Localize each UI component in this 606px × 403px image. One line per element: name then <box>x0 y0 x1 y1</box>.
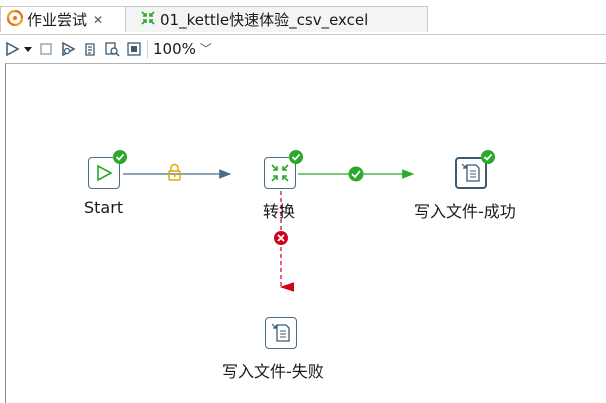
zoom-value: 100% <box>153 39 196 58</box>
close-icon[interactable]: ✕ <box>93 13 103 27</box>
search-icon <box>105 41 120 57</box>
grid-icon <box>127 41 141 56</box>
tab-job[interactable]: 作业尝试 ✕ <box>0 6 126 32</box>
write-fail-node[interactable] <box>265 317 297 349</box>
stop-icon <box>40 42 52 55</box>
tab-transformation[interactable]: 01_kettle快速体验_csv_excel <box>126 6 428 32</box>
toolbar-separator <box>147 39 148 58</box>
debug-icon <box>85 42 95 56</box>
transformation-icon <box>140 10 156 30</box>
check-button[interactable] <box>102 39 122 59</box>
chevron-down-icon <box>24 46 32 52</box>
transformation-icon <box>271 164 289 182</box>
debug-button[interactable] <box>80 39 100 59</box>
success-badge-icon <box>113 150 127 164</box>
zoom-select[interactable]: 100% ﹀ <box>153 39 212 59</box>
tab-divider <box>0 34 606 35</box>
write-file-icon <box>271 323 290 342</box>
stop-button[interactable] <box>36 39 56 59</box>
node-label-transform: 转换 <box>263 202 296 221</box>
node-label-start: Start <box>84 198 124 217</box>
tab-label: 作业尝试 <box>27 11 88 29</box>
job-canvas[interactable]: Start 转换 写入文件-成功 写入文件-失败 <box>5 63 606 403</box>
sql-button[interactable] <box>124 39 144 59</box>
success-badge-icon <box>481 150 495 164</box>
check-icon <box>348 166 364 182</box>
job-icon <box>6 9 24 30</box>
node-label-write-success: 写入文件-成功 <box>414 202 516 221</box>
preview-button[interactable] <box>58 39 78 59</box>
tab-bar: 作业尝试 ✕ 01_kettle快速体验_csv_excel <box>0 0 606 34</box>
run-options-button[interactable] <box>22 39 34 59</box>
node-label-write-fail: 写入文件-失败 <box>222 362 324 381</box>
run-button[interactable] <box>2 39 22 59</box>
preview-icon <box>62 41 76 56</box>
write-file-icon <box>461 163 480 182</box>
hop-layer <box>123 163 415 292</box>
tab-label: 01_kettle快速体验_csv_excel <box>160 11 369 29</box>
x-icon <box>274 231 288 245</box>
start-icon <box>97 164 113 182</box>
toolbar: 100% ﹀ <box>0 36 606 61</box>
lock-icon <box>168 163 181 181</box>
chevron-down-icon: ﹀ <box>199 42 212 56</box>
success-badge-icon <box>289 150 303 164</box>
play-icon <box>6 41 20 56</box>
